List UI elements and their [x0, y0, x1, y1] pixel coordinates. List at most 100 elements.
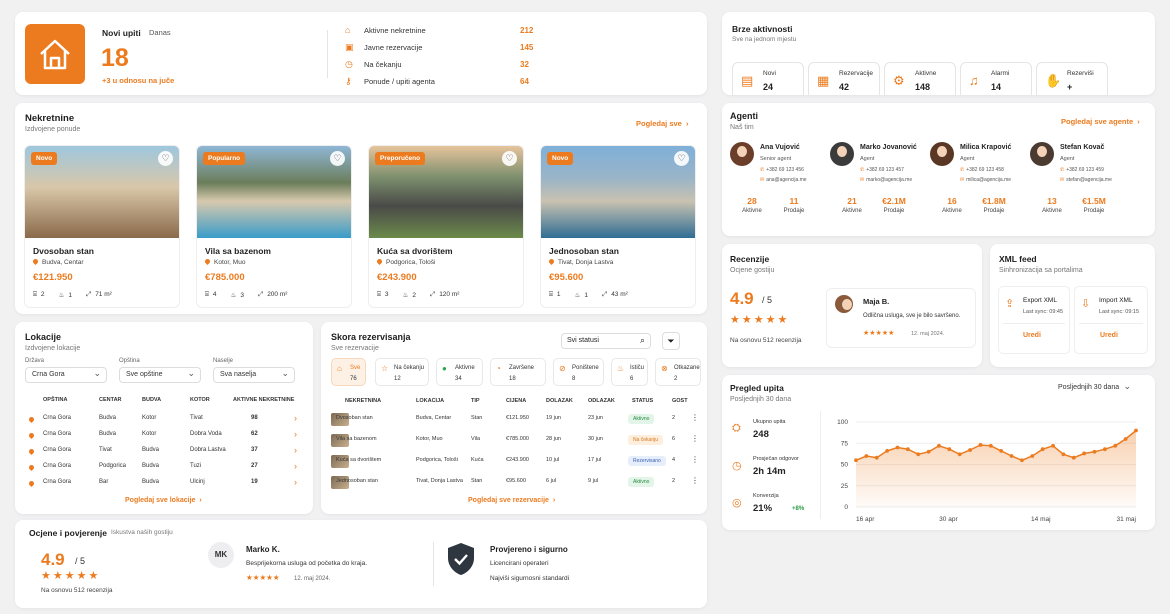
table-cell: 62: [251, 431, 258, 437]
more-icon[interactable]: ⋮: [691, 434, 699, 443]
locations-card: Lokacije Izdvojene lokacije Država Crna G…: [15, 322, 313, 514]
table-row[interactable]: Crna Gora Bar Budva Ulcinj 19 ›: [15, 477, 313, 492]
filter-select[interactable]: Sva naselja: [213, 367, 295, 383]
view-all-properties-link[interactable]: Pogledaj sve ›: [636, 119, 689, 128]
delta-label: +3 u odnosu na juče: [102, 76, 175, 85]
heart-icon[interactable]: ♡: [330, 151, 345, 166]
export-edit-button[interactable]: Uredi: [1023, 332, 1041, 339]
stat-label: Javne rezervacije: [364, 43, 423, 52]
reviewer-avatar: [835, 295, 853, 313]
quick-action-rezerviši[interactable]: ✋ Rezerviši +: [1036, 62, 1108, 95]
status-chip-sve[interactable]: ⌂ Sve 76: [331, 358, 366, 386]
data-point: [978, 443, 983, 447]
agent-card[interactable]: Stefan Kovač Agent ✆ +382 69 123 459 ✉ stefan…: [1030, 140, 1128, 220]
table-cell: Budva: [99, 431, 117, 437]
property-card[interactable]: Novo ♡ Jednosoban stan Tivat, Donja Lastva €…: [540, 145, 696, 308]
chip-label: Na čekanju: [394, 365, 425, 371]
quick-action-novi[interactable]: ▤ Novi 24: [732, 62, 804, 95]
chevron-right-icon[interactable]: ›: [294, 445, 297, 455]
mail-icon: ✉: [960, 177, 965, 183]
quick-action-rezervacije[interactable]: ▦ Rezervacije 42: [808, 62, 880, 95]
table-cell: 4: [672, 457, 676, 463]
bath-icon: ♨: [58, 292, 65, 299]
pin-icon: [27, 431, 36, 440]
agent-avatar: [930, 142, 954, 166]
property-price: €121.950: [33, 272, 73, 283]
quick-action-alarmi[interactable]: ♫ Alarmi 14: [960, 62, 1032, 95]
table-row[interactable]: Crna Gora Budva Kotor Tivat 98 ›: [15, 413, 313, 428]
property-price: €243.900: [377, 272, 417, 283]
stat-label: Ponude / upiti agenta: [364, 77, 435, 86]
mail-icon: ✉: [1060, 177, 1065, 183]
table-cell: Dobra Lastva: [190, 447, 226, 453]
bell-icon: ♫: [969, 73, 979, 88]
view-all-agents-link[interactable]: Pogledaj sve agente ›: [1061, 117, 1140, 126]
more-icon[interactable]: ⋮: [691, 476, 699, 485]
quick-action-label: Alarmi: [991, 70, 1010, 77]
agent-name: Marko Jovanović: [860, 144, 917, 151]
heart-icon[interactable]: ♡: [158, 151, 173, 166]
table-cell: Budva: [99, 415, 117, 421]
table-row[interactable]: Crna Gora Tivat Budva Dobra Lastva 37 ›: [15, 445, 313, 460]
column-header: LOKACIJA: [416, 398, 445, 404]
table-row[interactable]: Crna Gora Podgorica Budva Tuzi 27 ›: [15, 461, 313, 476]
filter-label: Opština: [119, 358, 140, 364]
status-chip-otkazane[interactable]: ⊗ Otkazane 2: [655, 358, 701, 386]
status-chip-ističu[interactable]: ♨ Ističu 6: [611, 358, 648, 386]
locations-title: Lokacije: [25, 332, 62, 342]
data-point: [1051, 443, 1055, 448]
bath-icon: ♨: [574, 292, 581, 299]
table-row[interactable]: Jednosoban stan Tivat, Donja Lastva Stan €9…: [321, 474, 707, 492]
status-chip-aktivne[interactable]: ● Aktivne 34: [436, 358, 483, 386]
import-edit-button[interactable]: Uredi: [1100, 332, 1118, 339]
more-icon[interactable]: ⋮: [691, 413, 699, 422]
agent-email: ✉ marko@agencija.me: [860, 177, 913, 183]
pin-icon: [375, 257, 384, 266]
quick-action-aktivne[interactable]: ⚙ Aktivne 148: [884, 62, 956, 95]
chevron-right-icon[interactable]: ›: [294, 429, 297, 439]
table-cell: €785.000: [506, 436, 529, 442]
cancel-icon: ⊘: [559, 364, 566, 373]
phone-icon: ✆: [760, 167, 765, 173]
table-cell: Budva: [142, 463, 160, 469]
property-price: €785.000: [205, 272, 245, 283]
table-cell: Crna Gora: [43, 431, 72, 437]
agent-card[interactable]: Ana Vujović Senior agent ✆ +382 69 123 456 ✉…: [730, 140, 828, 220]
property-card[interactable]: Novo ♡ Dvosoban stan Budva, Centar €121.950 ⌸…: [24, 145, 180, 308]
status-chip-završene[interactable]: ◔ Završene 18: [490, 358, 546, 386]
property-card[interactable]: Popularno ♡ Vila sa bazenom Kotor, Muo €785.…: [196, 145, 352, 308]
status-chip-na-čekanju[interactable]: ☆ Na čekanju 12: [375, 358, 429, 386]
status-filter-input[interactable]: Svi statusi ⌕: [561, 333, 651, 349]
chevron-right-icon[interactable]: ›: [294, 477, 297, 487]
view-all-locations-link[interactable]: Pogledaj sve lokacije ›: [125, 497, 202, 504]
property-location: Podgorica, Tološi: [375, 257, 523, 266]
status-chip-poništene[interactable]: ⊘ Poništene 8: [553, 358, 604, 386]
table-row[interactable]: Crna Gora Budva Kotor Dobra Voda 62 ›: [15, 429, 313, 444]
data-point: [968, 448, 972, 452]
property-card[interactable]: Preporučeno ♡ Kuća sa dvorištem Podgorica, …: [368, 145, 524, 308]
heart-icon[interactable]: ♡: [674, 151, 689, 166]
view-all-bookings-link[interactable]: Pogledaj sve rezervacije ›: [468, 497, 555, 504]
agent-card[interactable]: Milica Krapović Agent ✆ +382 69 123 458 ✉ mil…: [930, 140, 1028, 220]
heart-icon[interactable]: ♡: [502, 151, 517, 166]
trust-card: Ocjene i povjerenje Iskustva naših gosti…: [15, 520, 707, 608]
import-xml-button[interactable]: ⇩ Import XML Last sync: 09:15 Uredi: [1074, 286, 1148, 354]
export-xml-button[interactable]: ⇪ Export XML Last sync: 09:45 Uredi: [998, 286, 1070, 354]
phone-icon: ✆: [1060, 167, 1065, 173]
agent-role: Senior agent: [760, 156, 792, 162]
chevron-right-icon[interactable]: ›: [294, 461, 297, 471]
table-row[interactable]: Vila sa bazenom Kotor, Muo Vila €785.000 28 …: [321, 432, 707, 450]
property-badge: Novo: [547, 152, 574, 165]
data-point: [916, 452, 921, 457]
filter-select[interactable]: Sve opštine: [119, 367, 201, 383]
table-row[interactable]: Kuća sa dvorištem Podgorica, Tološi Kuća €2…: [321, 453, 707, 471]
filter-select[interactable]: Crna Gora: [25, 367, 107, 383]
chip-count: 18: [509, 376, 516, 382]
table-cell: Budva: [142, 447, 160, 453]
more-icon[interactable]: ⋮: [691, 455, 699, 464]
agent-card[interactable]: Marko Jovanović Agent ✆ +382 69 123 457 ✉ mar…: [830, 140, 928, 220]
chevron-right-icon[interactable]: ›: [294, 413, 297, 423]
property-location: Kotor, Muo: [203, 257, 351, 266]
filter-icon[interactable]: ⏷: [662, 332, 680, 350]
table-row[interactable]: Dvosoban stan Budva, Centar Stan €121.950 19…: [321, 411, 707, 429]
